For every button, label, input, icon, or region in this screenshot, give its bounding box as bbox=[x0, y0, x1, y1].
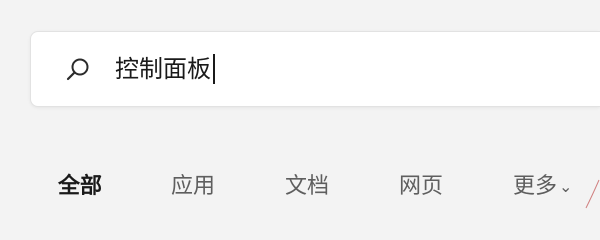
tab-apps[interactable]: 应用 bbox=[171, 172, 215, 202]
search-box[interactable]: 控制面板 bbox=[30, 31, 600, 107]
search-input[interactable]: 控制面板 bbox=[115, 54, 215, 84]
tab-documents[interactable]: 文档 bbox=[285, 172, 329, 202]
edge-decoration bbox=[585, 179, 600, 209]
search-filter-tabs: 全部 应用 文档 网页 更多 ⌄ bbox=[0, 168, 600, 209]
search-query-text: 控制面板 bbox=[115, 55, 211, 83]
chevron-down-icon: ⌄ bbox=[559, 177, 573, 196]
search-icon bbox=[66, 58, 89, 81]
tab-web[interactable]: 网页 bbox=[399, 172, 443, 202]
tab-all[interactable]: 全部 bbox=[58, 172, 102, 202]
tab-more[interactable]: 更多 ⌄ bbox=[513, 172, 572, 202]
search-panel: 控制面板 全部 应用 文档 网页 更多 ⌄ bbox=[0, 0, 600, 209]
text-caret bbox=[213, 54, 215, 84]
tab-more-label: 更多 bbox=[513, 174, 558, 199]
